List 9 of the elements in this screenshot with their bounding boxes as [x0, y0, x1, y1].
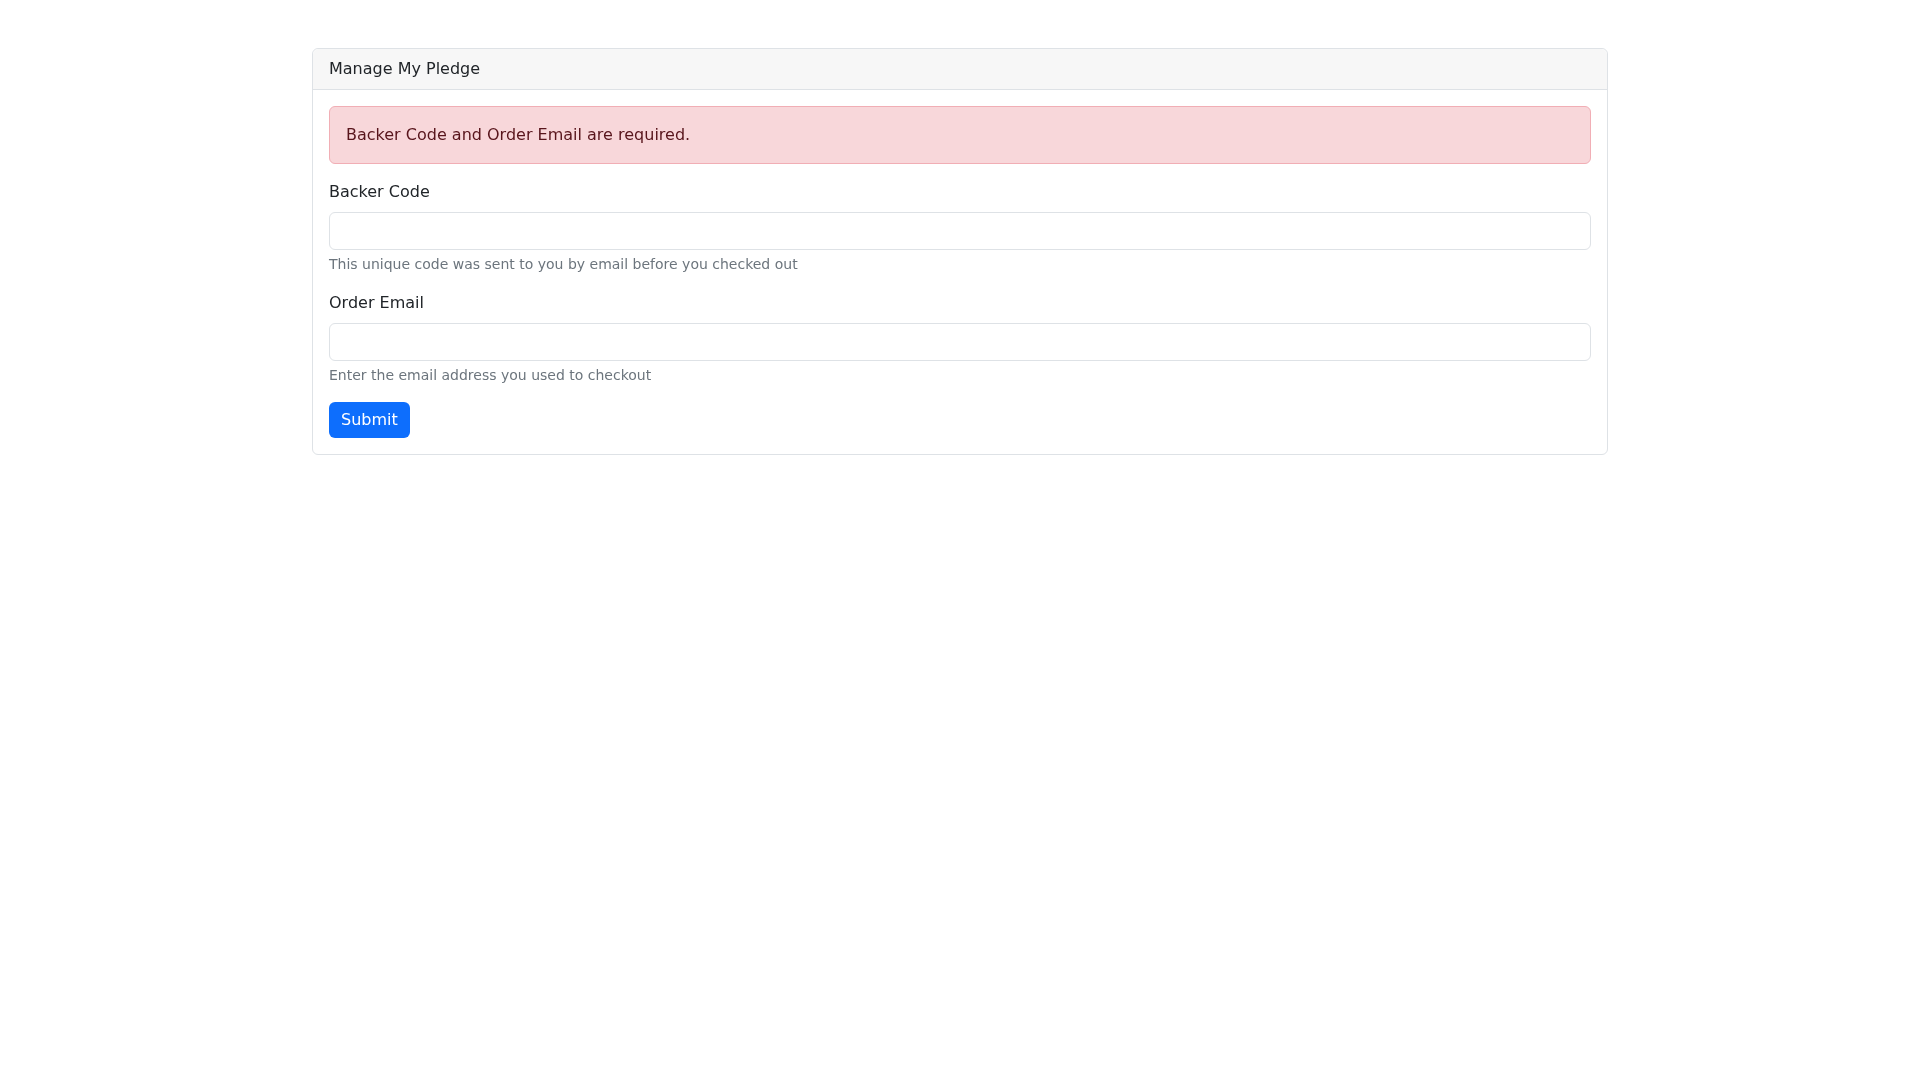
help-text: Enter the email address you used to checkout — [329, 366, 652, 385]
input-field[interactable] — [329, 212, 1591, 250]
error-alert: Backer Code and Order Email are required. — [329, 106, 1591, 164]
field-label: Order Email — [329, 292, 424, 314]
help-text: This unique code was sent to you by email before you checked out — [329, 255, 798, 274]
input-field[interactable] — [329, 323, 1591, 361]
card-title: Manage My Pledge — [329, 59, 481, 78]
field-label: Backer Code — [329, 181, 430, 203]
submit-button[interactable]: Submit — [329, 402, 410, 438]
